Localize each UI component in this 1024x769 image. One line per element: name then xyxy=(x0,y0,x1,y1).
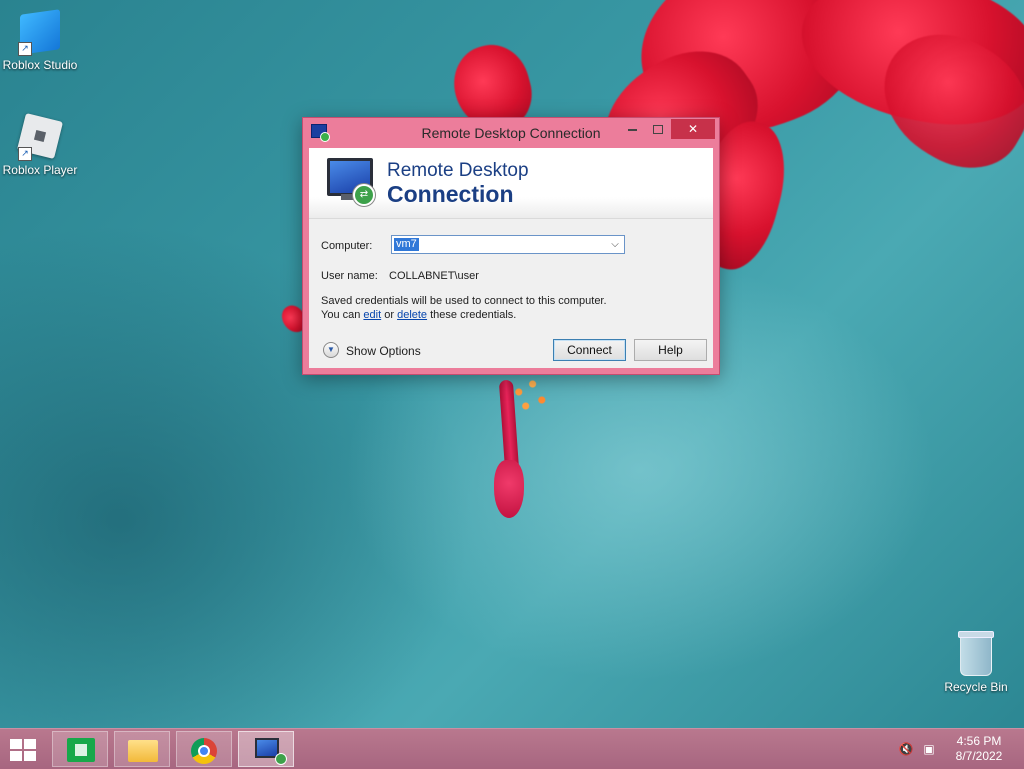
system-clock[interactable]: 4:56 PM 8/7/2022 xyxy=(944,734,1014,764)
banner: ⇄ Remote Desktop Connection xyxy=(309,148,713,219)
delete-credentials-link[interactable]: delete xyxy=(397,309,427,321)
network-icon[interactable]: ▣ xyxy=(921,742,937,756)
chrome-icon xyxy=(191,738,217,764)
computer-label: Computer: xyxy=(321,240,373,252)
start-button[interactable] xyxy=(8,737,38,761)
minimize-button[interactable] xyxy=(619,119,645,139)
store-icon xyxy=(67,738,95,762)
maximize-button[interactable] xyxy=(645,119,671,139)
clock-time: 4:56 PM xyxy=(956,734,1002,748)
minimize-icon xyxy=(627,128,637,131)
desktop-icon-label: Roblox Player xyxy=(2,163,78,177)
roblox-studio-icon: ↗ xyxy=(18,9,62,56)
taskbar-store[interactable] xyxy=(52,731,108,767)
help-button[interactable]: Help xyxy=(634,339,707,361)
window-client-area: ⇄ Remote Desktop Connection Computer: vm… xyxy=(309,148,713,368)
credentials-text: You can xyxy=(321,309,364,321)
desktop-icon-recycle-bin[interactable]: Recycle Bin xyxy=(936,631,1016,694)
recycle-bin-icon xyxy=(954,631,998,678)
taskbar-remote-desktop[interactable] xyxy=(238,731,294,767)
computer-combobox[interactable]: vm7 ⌵ xyxy=(391,235,625,254)
taskbar-file-explorer[interactable] xyxy=(114,731,170,767)
username-value: COLLABNET\user xyxy=(389,270,479,282)
credentials-text: or xyxy=(381,309,398,321)
edit-credentials-link[interactable]: edit xyxy=(363,309,381,321)
desktop-icon-roblox-studio[interactable]: ↗ Roblox Studio xyxy=(0,9,80,72)
banner-title-line1: Remote Desktop xyxy=(387,160,529,181)
remote-desktop-window: Remote Desktop Connection ✕ ⇄ Remote Des… xyxy=(302,117,720,375)
file-explorer-icon xyxy=(128,740,158,762)
volume-muted-icon[interactable]: 🔇 xyxy=(898,742,914,756)
credentials-actions: You can edit or delete these credentials… xyxy=(321,309,516,321)
connect-button[interactable]: Connect xyxy=(553,339,626,361)
desktop-icon-label: Roblox Studio xyxy=(2,58,78,72)
close-button[interactable]: ✕ xyxy=(671,119,715,139)
chevron-down-icon[interactable]: ⌵ xyxy=(608,237,622,252)
credentials-text: these credentials. xyxy=(427,309,517,321)
banner-title-line2: Connection xyxy=(387,181,514,207)
shortcut-arrow-icon: ↗ xyxy=(18,147,32,161)
remote-desktop-icon xyxy=(255,738,287,765)
close-icon: ✕ xyxy=(687,122,699,136)
desktop-icon-label: Recycle Bin xyxy=(944,680,1008,694)
desktop-icon-roblox-player[interactable]: ↗ Roblox Player xyxy=(0,112,80,177)
username-label: User name: xyxy=(321,270,378,282)
maximize-icon xyxy=(653,125,663,135)
shortcut-arrow-icon: ↗ xyxy=(18,42,32,56)
clock-date: 8/7/2022 xyxy=(955,749,1003,763)
taskbar-chrome[interactable] xyxy=(176,731,232,767)
computer-input-value[interactable]: vm7 xyxy=(394,238,419,251)
show-options-button[interactable]: Show Options xyxy=(346,344,421,358)
title-bar[interactable]: Remote Desktop Connection ✕ xyxy=(303,118,719,148)
expand-options-icon[interactable]: ▼ xyxy=(323,342,339,358)
credentials-info: Saved credentials will be used to connec… xyxy=(321,295,607,307)
roblox-player-icon: ↗ xyxy=(16,112,64,161)
taskbar: 🔇 ▣ 4:56 PM 8/7/2022 xyxy=(0,728,1024,769)
